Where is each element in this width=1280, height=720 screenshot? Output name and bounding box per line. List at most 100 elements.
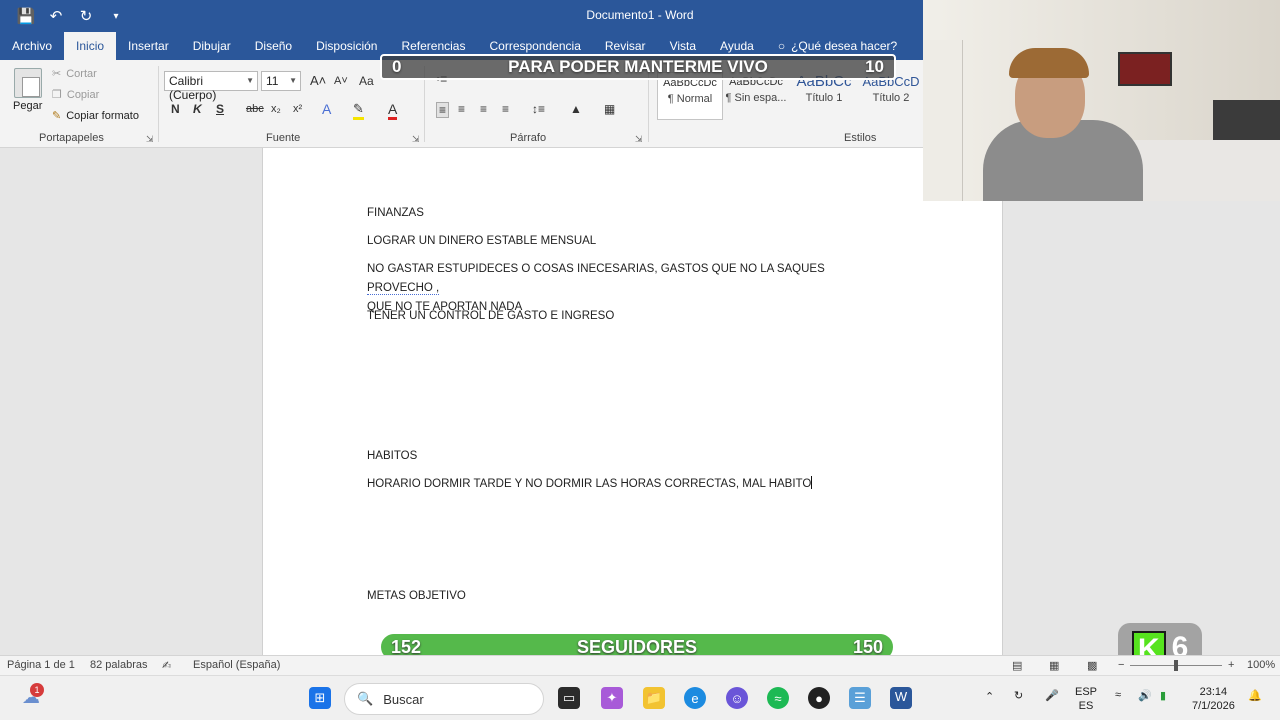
underline-button[interactable]: S (216, 102, 224, 116)
cut-button[interactable]: ✂ Cortar (52, 67, 97, 81)
align-left-icon[interactable]: ≡ (436, 102, 450, 118)
tab-inicio[interactable]: Inicio (64, 32, 117, 60)
tab-diseno[interactable]: Diseño (243, 32, 304, 60)
taskbar-search[interactable]: 🔍 Buscar (344, 683, 544, 715)
proofing-icon[interactable]: ✍ (162, 659, 171, 672)
windows-taskbar: ☁ 1 ⊞ 🔍 Buscar ▭ ✦ 📁 e ☺ ≈ ● ☰ W ⌃ ↻ 🎤 E… (0, 675, 1280, 720)
grow-font-button[interactable]: A˄ (310, 73, 326, 88)
borders-icon[interactable]: ▦ (604, 102, 615, 116)
paragraph-metas[interactable]: METAS OBJETIVO (367, 587, 887, 606)
paste-icon[interactable] (14, 68, 42, 98)
microphone-icon[interactable]: 🎤 (1045, 689, 1059, 702)
paragraph-finanzas[interactable]: FINANZAS (367, 204, 887, 223)
sync-icon[interactable]: ↻ (1014, 689, 1023, 702)
lang-secondary: ES (1078, 700, 1094, 712)
webcam-overlay (923, 0, 1280, 201)
windows-start-icon[interactable]: ⊞ (309, 687, 331, 709)
discord-icon[interactable]: ☺ (726, 687, 748, 709)
zoom-in-icon[interactable]: + (1228, 659, 1234, 671)
word-count[interactable]: 82 palabras (90, 659, 148, 671)
notepad-icon[interactable]: ☰ (849, 687, 871, 709)
print-layout-icon[interactable]: ▦ (1049, 659, 1059, 672)
read-mode-icon[interactable]: ▤ (1012, 659, 1022, 672)
brush-icon: ✎ (52, 110, 62, 122)
font-size-select[interactable]: 11 ▼ (261, 71, 301, 91)
copy-button[interactable]: ❐ Copiar (52, 88, 99, 102)
font-name-value: Calibri (Cuerpo) (169, 74, 217, 102)
superscript-button[interactable]: x² (293, 103, 302, 115)
paragraph-goal[interactable]: LOGRAR UN DINERO ESTABLE MENSUAL (367, 232, 887, 251)
copy-icon: ❐ (52, 89, 62, 101)
tab-disposicion[interactable]: Disposición (304, 32, 389, 60)
format-painter-button[interactable]: ✎ Copiar formato (52, 109, 139, 123)
style-name: Título 1 (805, 92, 843, 104)
copilot-icon[interactable]: ✦ (601, 687, 623, 709)
input-language[interactable]: ESP ES (1075, 685, 1097, 713)
paste-button[interactable]: Pegar (13, 100, 42, 112)
group-label-paragraph: Párrafo (510, 132, 547, 144)
group-label-clipboard: Portapapeles (39, 132, 104, 144)
bold-button[interactable]: N (171, 102, 180, 116)
italic-button[interactable]: K (193, 102, 202, 116)
obs-icon[interactable]: ● (808, 687, 830, 709)
clock[interactable]: 23:14 7/1/2026 (1192, 685, 1235, 713)
search-placeholder: Buscar (383, 691, 424, 707)
shrink-font-button[interactable]: A˅ (334, 75, 348, 87)
text-effects-icon[interactable]: A (322, 101, 331, 117)
file-explorer-icon[interactable]: 📁 (643, 687, 665, 709)
align-center-icon[interactable]: ≡ (458, 102, 465, 116)
status-bar: Página 1 de 1 82 palabras ✍ Español (Esp… (0, 655, 1280, 675)
line-spacing-icon[interactable]: ↕≡ (532, 102, 545, 116)
font-name-select[interactable]: Calibri (Cuerpo) ▼ (164, 71, 258, 102)
webcam-door (923, 40, 963, 201)
subscript-button[interactable]: x₂ (271, 103, 281, 115)
change-case-button[interactable]: Aa (359, 74, 374, 88)
tab-dibujar[interactable]: Dibujar (181, 32, 243, 60)
page-count[interactable]: Página 1 de 1 (7, 659, 75, 671)
paragraph-habitos[interactable]: HABITOS (367, 447, 887, 466)
style-name: ¶ Sin espa... (725, 92, 787, 104)
grammar-flagged-text[interactable]: PROVECHO , (367, 282, 440, 295)
highlight-icon[interactable]: ✎ (353, 101, 364, 120)
clipboard-launcher-icon[interactable]: ⇲ (146, 134, 154, 145)
chevron-down-icon: ▼ (289, 76, 297, 85)
clock-time: 23:14 (1199, 686, 1228, 698)
shading-icon[interactable]: ▲ (570, 102, 582, 116)
language-indicator[interactable]: Español (España) (193, 659, 280, 671)
notifications-icon[interactable]: 🔔 (1248, 689, 1262, 702)
zoom-level[interactable]: 100% (1247, 659, 1275, 671)
search-icon: 🔍 (357, 691, 374, 706)
paragraph-habit[interactable]: HORARIO DORMIR TARDE Y NO DORMIR LAS HOR… (367, 475, 887, 494)
zoom-out-icon[interactable]: − (1118, 659, 1124, 671)
webcam-bed (1133, 140, 1280, 201)
word-taskbar-icon[interactable]: W (890, 687, 912, 709)
tab-archivo[interactable]: Archivo (0, 32, 64, 60)
font-size-value: 11 (266, 74, 279, 88)
task-view-icon[interactable]: ▭ (558, 687, 580, 709)
strikethrough-button[interactable]: abc (246, 103, 264, 115)
align-right-icon[interactable]: ≡ (480, 102, 487, 116)
paragraph-control[interactable]: TENER UN CONTROL DE GASTO E INGRESO (367, 307, 887, 326)
tray-overflow-icon[interactable]: ⌃ (985, 690, 994, 703)
edge-icon[interactable]: e (684, 687, 706, 709)
goal-overlay-top: 0 PARA PODER MANTERME VIVO 10 (380, 54, 896, 80)
wifi-icon[interactable]: ≈ (1115, 689, 1121, 701)
web-layout-icon[interactable]: ▩ (1087, 659, 1097, 672)
justify-icon[interactable]: ≡ (502, 102, 509, 116)
tab-insertar[interactable]: Insertar (116, 32, 181, 60)
font-color-icon[interactable]: A (388, 101, 398, 120)
style-name: Título 2 (872, 92, 910, 104)
text-run: HORARIO DORMIR TARDE Y NO DORMIR LAS HOR… (367, 478, 812, 490)
webcam-person-cap (1009, 48, 1089, 78)
paragraph-launcher-icon[interactable]: ⇲ (635, 134, 643, 145)
document-page[interactable]: FINANZAS LOGRAR UN DINERO ESTABLE MENSUA… (262, 148, 1003, 655)
battery-icon[interactable]: ▮ (1160, 689, 1166, 702)
zoom-slider-thumb[interactable] (1174, 660, 1178, 671)
text-run: NO GASTAR ESTUPIDECES O COSAS INECESARIA… (367, 263, 825, 275)
font-launcher-icon[interactable]: ⇲ (412, 134, 420, 145)
goal-title: PARA PODER MANTERME VIVO (508, 57, 768, 76)
document-area[interactable]: FINANZAS LOGRAR UN DINERO ESTABLE MENSUA… (0, 148, 1280, 655)
spotify-icon[interactable]: ≈ (767, 687, 789, 709)
cut-label: Cortar (66, 67, 97, 80)
volume-icon[interactable]: 🔊 (1138, 689, 1152, 702)
